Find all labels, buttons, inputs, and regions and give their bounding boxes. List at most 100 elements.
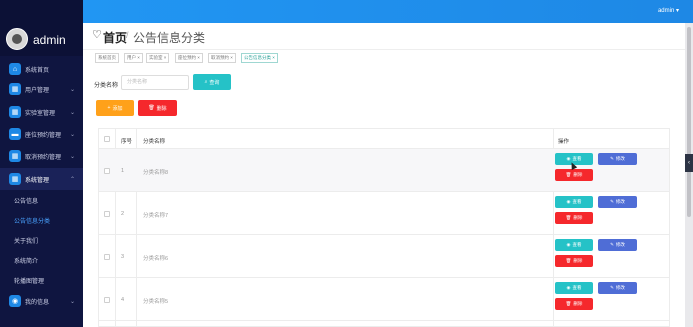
delete-button[interactable]: 🗑 删除 — [555, 212, 593, 224]
breadcrumb-separator: / — [126, 30, 129, 40]
delete-button[interactable]: 🗑 删除 — [555, 298, 593, 310]
home-icon: ⌂ — [9, 63, 21, 75]
tab-strip: 系统首页 用户 × 实验室 × 座位预约 × 取消预约 × 公告信息分类 × — [83, 49, 685, 65]
edit-icon: ✎ — [610, 285, 614, 290]
delete-label: 删除 — [573, 215, 583, 220]
avatar[interactable] — [6, 28, 28, 50]
sidebar-item-label: 我的信息 — [25, 299, 50, 306]
tag-users[interactable]: 用户 × — [124, 53, 143, 63]
row-checkbox[interactable] — [104, 254, 110, 260]
eye-icon: ◉ — [566, 156, 571, 161]
sidebar-subitem-notice[interactable]: 公告信息 — [0, 190, 83, 210]
user-icon: ◉ — [9, 295, 21, 307]
edit-icon: ✎ — [610, 242, 614, 247]
row-no: 3 — [121, 254, 125, 260]
collapse-handle[interactable]: ‹ — [685, 154, 693, 172]
edit-button[interactable]: ✎ 修改 — [598, 239, 637, 251]
grid-icon: ▦ — [9, 173, 21, 185]
edit-icon: ✎ — [610, 156, 614, 161]
brand-name: admin — [33, 33, 66, 47]
edit-icon: ✎ — [610, 199, 614, 204]
chevron-up-icon: ⌃ — [69, 176, 75, 183]
tag-labs[interactable]: 实验室 × — [146, 53, 170, 63]
sidebar-item-my-info[interactable]: ◉ 我的信息 ⌄ — [0, 290, 83, 312]
edit-button[interactable]: ✎ 修改 — [598, 196, 637, 208]
table-row: 2 分类名称7 ◉ 查看 ✎ 修改 🗑 删除 — [99, 192, 669, 235]
sidebar-subitem-carousel[interactable]: 轮播图管理 — [0, 270, 83, 290]
scrollbar-thumb[interactable] — [687, 27, 691, 217]
delete-label: 删除 — [573, 172, 583, 177]
sidebar-item-seat-booking[interactable]: ▬ 座位预约管理 ⌄ — [0, 123, 83, 145]
select-all-checkbox[interactable] — [104, 136, 110, 142]
edit-button[interactable]: ✎ 修改 — [598, 282, 637, 294]
search-icon: ⌕ — [204, 79, 208, 85]
view-button[interactable]: ◉ 查看 — [555, 282, 593, 294]
edit-button[interactable]: ✎ 修改 — [598, 153, 637, 165]
tag-seat-booking[interactable]: 座位预约 × — [175, 53, 203, 63]
sidebar-item-label: 实验室管理 — [25, 110, 56, 117]
eye-icon: ◉ — [566, 285, 571, 290]
add-button-label: 添加 — [112, 105, 123, 112]
breadcrumb-current: 公告信息分类 — [133, 31, 206, 45]
tag-cancel-booking[interactable]: 取消预约 × — [208, 53, 236, 63]
delete-label: 删除 — [573, 258, 583, 263]
chevron-down-icon: ⌄ — [69, 131, 75, 138]
chevron-down-icon: ⌄ — [69, 109, 75, 116]
search-input[interactable]: 分类名称 — [121, 75, 189, 90]
main-content: 分类名称 分类名称 ⌕ 查询 + 添加 🗑 删除 序号 分类名称 操作 1 分类… — [83, 65, 685, 327]
row-checkbox[interactable] — [104, 297, 110, 303]
delete-button[interactable]: 🗑 删除 — [555, 255, 593, 267]
sidebar: admin ⌂ 系统首页 ▦ 用户管理 ⌄ ▦ 实验室管理 ⌄ ▬ 座位预约管理… — [0, 0, 83, 327]
heart-icon: ♡ — [92, 29, 102, 41]
row-no: 2 — [121, 211, 125, 217]
sidebar-item-label: 系统管理 — [25, 177, 50, 184]
delete-label: 删除 — [573, 301, 583, 306]
view-label: 查看 — [572, 242, 582, 247]
delete-button[interactable]: 🗑 删除 — [555, 169, 593, 181]
eye-icon: ◉ — [566, 242, 571, 247]
edit-label: 修改 — [615, 199, 625, 204]
grid-icon: ▦ — [9, 106, 21, 118]
tag-notice-category[interactable]: 公告信息分类 × — [241, 53, 278, 63]
search-button[interactable]: ⌕ 查询 — [193, 74, 231, 90]
chevron-down-icon: ⌄ — [69, 153, 75, 160]
sidebar-item-home[interactable]: ⌂ 系统首页 — [0, 58, 83, 80]
row-checkbox[interactable] — [104, 211, 110, 217]
header-name: 分类名称 — [143, 139, 166, 145]
sidebar-item-system[interactable]: ▦ 系统管理 ⌃ — [0, 168, 83, 190]
breadcrumb-home[interactable]: 首页 — [103, 29, 127, 46]
add-button[interactable]: + 添加 — [96, 100, 134, 116]
sidebar-item-label: 取消预约管理 — [25, 154, 62, 161]
tag-home[interactable]: 系统首页 — [95, 53, 119, 63]
vertical-scrollbar[interactable] — [685, 23, 693, 327]
view-button[interactable]: ◉ 查看 — [555, 196, 593, 208]
view-button[interactable]: ◉ 查看 — [555, 239, 593, 251]
trash-icon: 🗑 — [565, 258, 572, 263]
sidebar-subitem-about[interactable]: 关于我们 — [0, 230, 83, 250]
row-checkbox[interactable] — [104, 168, 110, 174]
chevron-down-icon: ⌄ — [69, 86, 75, 93]
sidebar-item-labs[interactable]: ▦ 实验室管理 ⌄ — [0, 101, 83, 123]
sidebar-item-users[interactable]: ▦ 用户管理 ⌄ — [0, 78, 83, 100]
sidebar-item-label: 系统首页 — [25, 67, 50, 74]
row-no: 4 — [121, 297, 125, 303]
plus-icon: + — [107, 105, 111, 111]
batch-delete-button[interactable]: 🗑 删除 — [138, 100, 177, 116]
table-row: 3 分类名称6 ◉ 查看 ✎ 修改 🗑 删除 — [99, 235, 669, 278]
table-row: 4 分类名称5 ◉ 查看 ✎ 修改 🗑 删除 — [99, 278, 669, 321]
sidebar-subitem-notice-category[interactable]: 公告信息分类 — [0, 210, 83, 230]
sidebar-subitem-intro[interactable]: 系统简介 — [0, 250, 83, 270]
row-name: 分类名称6 — [143, 256, 169, 262]
view-label: 查看 — [572, 199, 582, 204]
chevron-down-icon: ⌄ — [69, 298, 75, 305]
delete-button-label: 删除 — [156, 105, 167, 112]
edit-label: 修改 — [615, 242, 625, 247]
sidebar-item-cancel-booking[interactable]: ▦ 取消预约管理 ⌄ — [0, 145, 83, 167]
user-menu[interactable]: admin ▾ — [658, 7, 679, 14]
row-no: 1 — [121, 168, 125, 174]
header-no: 序号 — [121, 139, 133, 145]
chat-icon: ▬ — [9, 128, 21, 140]
table-header: 序号 分类名称 操作 — [99, 129, 669, 149]
trash-icon: 🗑 — [565, 215, 572, 220]
eye-icon: ◉ — [566, 199, 571, 204]
